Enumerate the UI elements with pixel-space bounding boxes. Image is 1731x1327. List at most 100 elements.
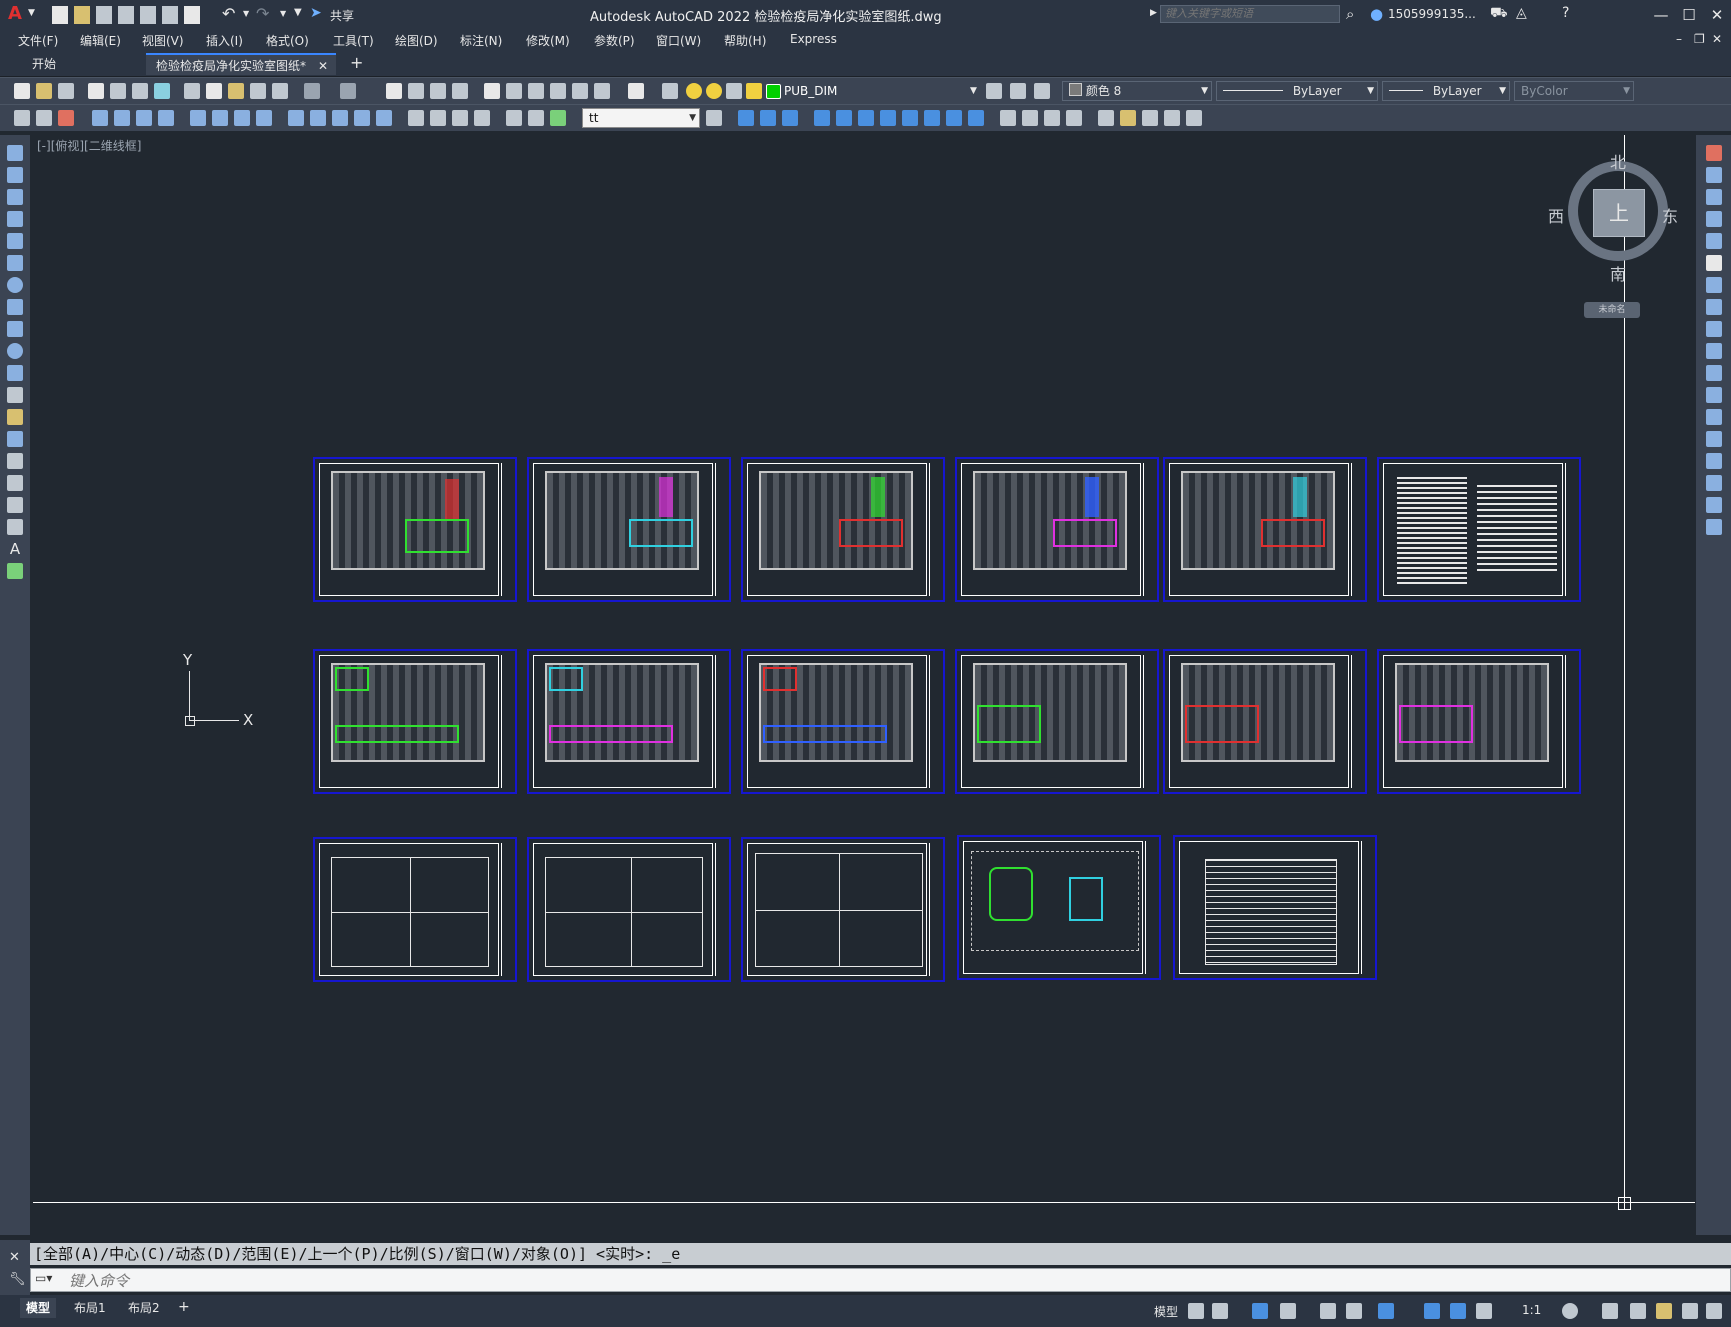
help-icon[interactable]: ? (1562, 5, 1569, 21)
drawing-sheet[interactable] (1163, 649, 1367, 794)
customize-icon[interactable] (1706, 1303, 1722, 1319)
dim-angular-icon[interactable] (256, 110, 272, 126)
drawing-sheet[interactable] (955, 649, 1159, 794)
ellipse-arc-icon[interactable] (7, 365, 23, 381)
explode-icon[interactable] (1706, 519, 1722, 535)
tb-plot-icon[interactable] (88, 83, 104, 99)
tb-layer-previous-icon[interactable] (1010, 83, 1026, 99)
draworder-above-icon[interactable] (1164, 110, 1180, 126)
redo-dropdown-icon[interactable]: ▼ (280, 9, 286, 18)
share-button[interactable]: 共享 (330, 7, 354, 24)
save-web-icon[interactable] (162, 6, 178, 24)
dim-aligned-icon[interactable] (114, 110, 130, 126)
dim-space-icon[interactable] (354, 110, 370, 126)
polyline-icon[interactable] (7, 189, 23, 205)
tab-start[interactable]: 开始 (22, 53, 142, 75)
customize-qa-icon[interactable]: ▼ (294, 7, 302, 18)
tb-preview-icon[interactable] (110, 83, 126, 99)
tb-3d-print-icon[interactable] (154, 83, 170, 99)
mirror-icon[interactable] (1706, 189, 1722, 205)
offset-icon[interactable] (814, 110, 830, 126)
dim-break-icon[interactable] (376, 110, 392, 126)
color-dropdown[interactable]: 颜色 8 ▼ (1062, 81, 1212, 101)
tb-help-icon[interactable] (628, 83, 644, 99)
annotation-scale[interactable]: 1:1 (1522, 1303, 1541, 1317)
new-file-icon[interactable] (52, 6, 68, 24)
dim-text-edit-icon[interactable] (528, 110, 544, 126)
layout-tab-model[interactable]: 模型 (20, 1298, 57, 1318)
share-icon[interactable]: ➤ (310, 5, 322, 21)
fillet-icon[interactable] (1066, 110, 1082, 126)
tb-tool-palettes-icon[interactable] (528, 83, 544, 99)
undo-dropdown-icon[interactable]: ▼ (243, 9, 249, 18)
snap-icon[interactable] (1212, 1303, 1228, 1319)
dim-jogged-icon[interactable] (212, 110, 228, 126)
tb-layer-walk-icon[interactable] (58, 110, 74, 126)
tb-cut-icon[interactable] (184, 83, 200, 99)
drawing-canvas[interactable]: [-][俯视][二维线框] Y X (33, 135, 1695, 1235)
copy-icon[interactable] (1706, 167, 1722, 183)
tb-layer-props-icon[interactable] (662, 83, 678, 99)
center-mark-icon[interactable] (430, 110, 446, 126)
isodraft-icon[interactable] (1320, 1303, 1336, 1319)
chamfer-icon[interactable] (1706, 453, 1722, 469)
join-icon[interactable] (1022, 110, 1038, 126)
layout-tab-2[interactable]: 布局2 (122, 1298, 166, 1318)
blend-curves-icon[interactable] (1706, 497, 1722, 513)
user-name[interactable]: 1505999135... (1388, 7, 1476, 21)
layer-dropdown-arrow-icon[interactable]: ▼ (970, 86, 977, 96)
dim-quick-icon[interactable] (288, 110, 304, 126)
tab-drawing[interactable]: 检验检疫局净化实验室图纸* ✕ (146, 53, 336, 75)
array-icon[interactable] (1706, 233, 1722, 249)
compass-west[interactable]: 西 (1548, 203, 1564, 227)
tb-calculator-icon[interactable] (594, 83, 610, 99)
erase-icon[interactable] (738, 110, 754, 126)
drawing-sheet[interactable] (313, 649, 517, 794)
menu-modify[interactable]: 修改(M) (526, 32, 570, 49)
doc-restore-icon[interactable]: ❐ (1694, 32, 1705, 46)
jogged-linear-icon[interactable] (474, 110, 490, 126)
extend-icon[interactable] (1706, 365, 1722, 381)
dim-edit-icon[interactable] (506, 110, 522, 126)
dim-arc-icon[interactable] (136, 110, 152, 126)
tb-sheet-set-icon[interactable] (550, 83, 566, 99)
compass-north[interactable]: 北 (1610, 149, 1626, 173)
command-prompt-icon[interactable]: ▭▾ (35, 1271, 52, 1285)
dim-update-icon[interactable] (550, 110, 566, 126)
close-button[interactable]: ✕ (1704, 4, 1730, 26)
add-layout-icon[interactable]: + (178, 1299, 190, 1315)
menu-view[interactable]: 视图(V) (142, 32, 184, 49)
join-icon[interactable] (1706, 431, 1722, 447)
search-icon[interactable]: ⌕ (1346, 5, 1354, 23)
open-web-icon[interactable] (140, 6, 156, 24)
rotate-icon[interactable] (1706, 277, 1722, 293)
close-command-icon[interactable]: ✕ (9, 1250, 20, 1265)
polar-icon[interactable] (1280, 1303, 1296, 1319)
command-input[interactable] (67, 1270, 1671, 1292)
menu-express[interactable]: Express (790, 32, 837, 46)
viewcube[interactable]: 上 北 南 西 东 未命名 (1548, 153, 1678, 318)
region-icon[interactable] (7, 497, 23, 513)
extend-icon[interactable] (968, 110, 984, 126)
mirror-icon[interactable] (782, 110, 798, 126)
new-tab-icon[interactable]: + (350, 53, 363, 72)
menu-draw[interactable]: 绘图(D) (395, 32, 438, 49)
detail-sheet[interactable] (741, 837, 945, 982)
tb-markup-icon[interactable] (572, 83, 588, 99)
viewcube-top-face[interactable]: 上 (1593, 189, 1645, 237)
model-space-button[interactable]: 模型 (1154, 1303, 1178, 1320)
gradient-icon[interactable] (7, 475, 23, 491)
hardware-accel-icon[interactable] (1656, 1303, 1672, 1319)
make-block-icon[interactable] (7, 409, 23, 425)
move-icon[interactable] (1706, 255, 1722, 271)
tb-make-current-icon[interactable] (986, 83, 1002, 99)
menu-window[interactable]: 窗口(W) (656, 32, 701, 49)
tb-copy-icon[interactable] (206, 83, 222, 99)
menu-file[interactable]: 文件(F) (18, 32, 58, 49)
tb-zoom-realtime-icon[interactable] (408, 83, 424, 99)
trim-icon[interactable] (1706, 343, 1722, 359)
app-logo[interactable]: A (8, 3, 22, 24)
tab-close-icon[interactable]: ✕ (318, 55, 328, 77)
dim-baseline-icon[interactable] (310, 110, 326, 126)
layer-on-icon[interactable] (686, 83, 702, 99)
